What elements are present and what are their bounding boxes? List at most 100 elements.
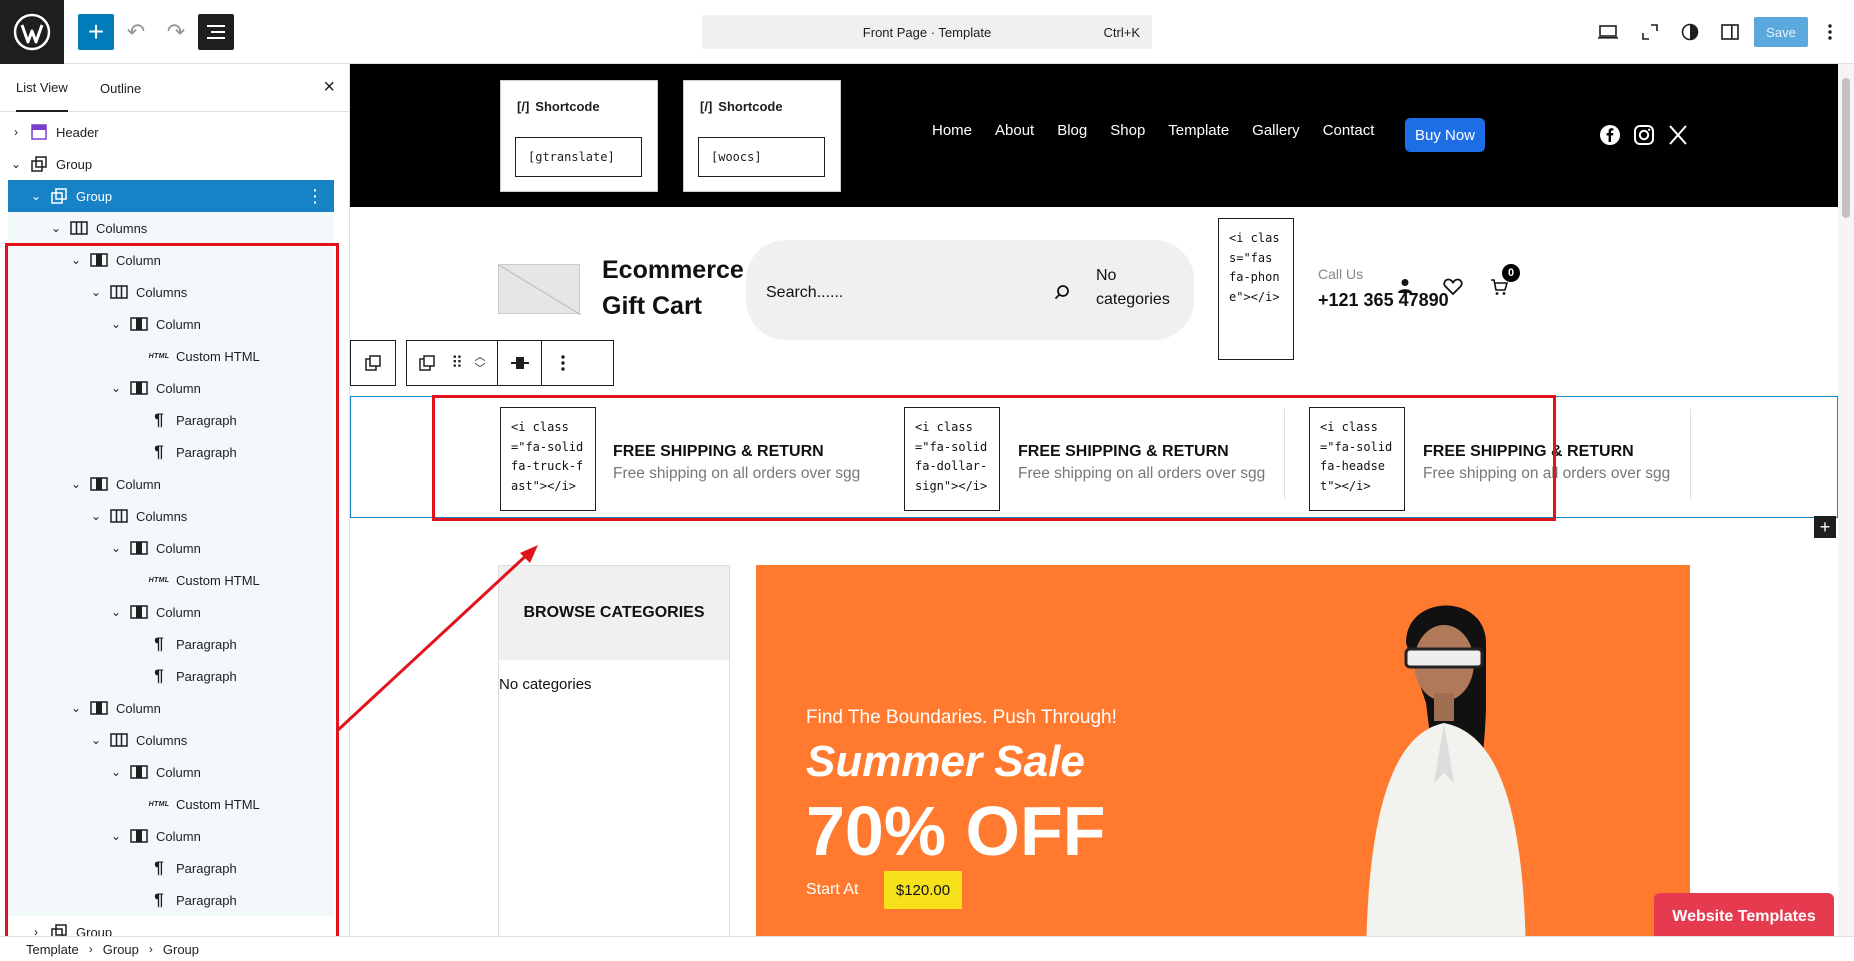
buy-now-button[interactable]: Buy Now	[1405, 118, 1485, 152]
category-dropdown[interactable]: No categories	[1096, 264, 1186, 312]
breadcrumb-item[interactable]: Group	[163, 942, 199, 957]
banner-price[interactable]: $120.00	[884, 871, 962, 909]
list-view-item[interactable]: ⌄ Columns	[8, 212, 334, 244]
styles-contrast-icon[interactable]	[1672, 14, 1708, 50]
hero-banner[interactable]: Find The Boundaries. Push Through! Summe…	[756, 565, 1690, 936]
banner-discount[interactable]: 70% OFF	[806, 791, 1106, 871]
chevron-down-icon[interactable]: ⌄	[48, 221, 64, 235]
shortcode-block[interactable]: [/] Shortcode [woocs]	[683, 80, 841, 192]
list-view-item[interactable]: ⌄ Columns	[8, 276, 334, 308]
wordpress-logo-icon[interactable]	[0, 0, 64, 64]
chevron-down-icon[interactable]: ⌄	[68, 477, 84, 491]
list-view-item[interactable]: ⌄ Group	[8, 148, 334, 180]
redo-icon[interactable]: ↷	[158, 14, 194, 50]
list-view-item[interactable]: ⌄ Columns	[8, 500, 334, 532]
add-block-inserter-icon[interactable]: +	[1814, 516, 1836, 538]
list-view-item[interactable]: HTML Custom HTML	[8, 340, 334, 372]
cart-icon[interactable]	[1490, 278, 1508, 296]
fullscreen-icon[interactable]	[1632, 14, 1668, 50]
shortcode-input[interactable]: [gtranslate]	[515, 137, 642, 177]
move-up-down-icon[interactable]: ︿ ﹀	[467, 341, 493, 385]
item-options-kebab-icon[interactable]: ⋮	[306, 186, 324, 207]
tab-outline[interactable]: Outline	[100, 64, 141, 112]
search-icon[interactable]	[1054, 284, 1070, 300]
account-icon[interactable]	[1398, 278, 1412, 294]
list-view-item[interactable]: ⌄ Column	[8, 308, 334, 340]
chevron-down-icon[interactable]: ⌄	[108, 381, 124, 395]
list-view-item[interactable]: ¶ Paragraph	[8, 404, 334, 436]
phone-number[interactable]: +121 365 47890	[1318, 290, 1449, 311]
list-view-item[interactable]: ⌄ Columns	[8, 724, 334, 756]
nav-contact[interactable]: Contact	[1323, 114, 1375, 148]
chevron-down-icon[interactable]: ⌄	[108, 317, 124, 331]
breadcrumb-item[interactable]: Template	[26, 942, 79, 957]
list-view-item[interactable]: ¶ Paragraph	[8, 884, 334, 916]
add-block-button[interactable]: +	[78, 14, 114, 50]
website-templates-badge[interactable]: Website Templates	[1654, 893, 1834, 941]
close-icon[interactable]: ×	[323, 76, 335, 99]
logo-placeholder[interactable]	[498, 264, 582, 316]
save-button[interactable]: Save	[1754, 17, 1808, 47]
list-view-item[interactable]: ⌄ Column	[8, 596, 334, 628]
list-view-item[interactable]: ⌄ Column	[8, 468, 334, 500]
align-icon[interactable]	[497, 341, 541, 385]
list-view-item[interactable]: HTML Custom HTML	[8, 788, 334, 820]
select-parent-block-button[interactable]	[350, 340, 396, 386]
shortcode-block[interactable]: [/] Shortcode [gtranslate]	[500, 80, 658, 192]
list-view-item[interactable]: ¶ Paragraph	[8, 628, 334, 660]
chevron-down-icon[interactable]: ⌄	[108, 829, 124, 843]
instagram-icon[interactable]	[1633, 124, 1655, 146]
document-overview-button[interactable]	[198, 14, 234, 50]
breadcrumb-item[interactable]: Group	[103, 942, 139, 957]
settings-sidebar-icon[interactable]	[1712, 14, 1748, 50]
chevron-right-icon[interactable]: ›	[28, 925, 44, 936]
chevron-down-icon[interactable]: ⌄	[68, 701, 84, 715]
undo-icon[interactable]: ↶	[118, 14, 154, 50]
nav-gallery[interactable]: Gallery	[1252, 114, 1300, 148]
desktop-preview-icon[interactable]	[1590, 14, 1626, 50]
site-title[interactable]: Ecommerce Gift Cart	[602, 252, 744, 324]
chevron-down-icon[interactable]: ⌄	[28, 189, 44, 203]
browse-categories-title[interactable]: BROWSE CATEGORIES	[499, 566, 729, 660]
chevron-down-icon[interactable]: ⌄	[68, 253, 84, 267]
wishlist-heart-icon[interactable]	[1443, 278, 1463, 296]
chevron-down-icon[interactable]: ⌄	[88, 733, 104, 747]
nav-shop[interactable]: Shop	[1110, 114, 1145, 148]
list-view-item[interactable]: ¶ Paragraph	[8, 660, 334, 692]
list-view-item[interactable]: › Group	[8, 916, 334, 936]
command-palette-button[interactable]: Front Page · Template Ctrl+K	[702, 15, 1152, 49]
list-view-item[interactable]: › Header	[8, 116, 334, 148]
chevron-down-icon[interactable]: ⌄	[108, 541, 124, 555]
list-view-item[interactable]: ¶ Paragraph	[8, 436, 334, 468]
banner-kicker[interactable]: Find The Boundaries. Push Through!	[806, 707, 1117, 729]
options-kebab-icon[interactable]	[1812, 14, 1848, 50]
banner-headline[interactable]: Summer Sale	[806, 737, 1085, 787]
nav-about[interactable]: About	[995, 114, 1034, 148]
list-view-item[interactable]: ⌄ Column	[8, 532, 334, 564]
drag-handle-icon[interactable]: ⠿	[447, 341, 465, 385]
list-view-item[interactable]: ⌄ Column	[8, 244, 334, 276]
shortcode-input[interactable]: [woocs]	[698, 137, 825, 177]
custom-html-block[interactable]: <i class="fas fa-phone"></i>	[1218, 218, 1294, 360]
banner-start-at[interactable]: Start At	[806, 881, 858, 899]
list-view-item[interactable]: ⌄ Column	[8, 692, 334, 724]
chevron-down-icon[interactable]: ⌄	[88, 285, 104, 299]
list-view-item[interactable]: ⌄ Column	[8, 372, 334, 404]
block-type-button[interactable]	[407, 341, 447, 385]
nav-home[interactable]: Home	[932, 114, 972, 148]
browse-categories-empty[interactable]: No categories	[499, 676, 592, 693]
chevron-down-icon[interactable]: ⌄	[88, 509, 104, 523]
list-view-item[interactable]: ⌄ Group ⋮	[8, 180, 334, 212]
facebook-icon[interactable]	[1599, 124, 1621, 146]
list-view-item[interactable]: ⌄ Column	[8, 756, 334, 788]
x-twitter-icon[interactable]	[1667, 124, 1689, 146]
list-view-item[interactable]: ¶ Paragraph	[8, 852, 334, 884]
nav-template[interactable]: Template	[1168, 114, 1229, 148]
chevron-down-icon[interactable]: ⌄	[8, 157, 24, 171]
scrollbar-thumb[interactable]	[1842, 78, 1850, 218]
chevron-right-icon[interactable]: ›	[8, 125, 24, 139]
canvas-scrollbar[interactable]	[1838, 64, 1854, 936]
list-view-item[interactable]: HTML Custom HTML	[8, 564, 334, 596]
chevron-down-icon[interactable]: ⌄	[108, 605, 124, 619]
chevron-down-icon[interactable]: ⌄	[108, 765, 124, 779]
